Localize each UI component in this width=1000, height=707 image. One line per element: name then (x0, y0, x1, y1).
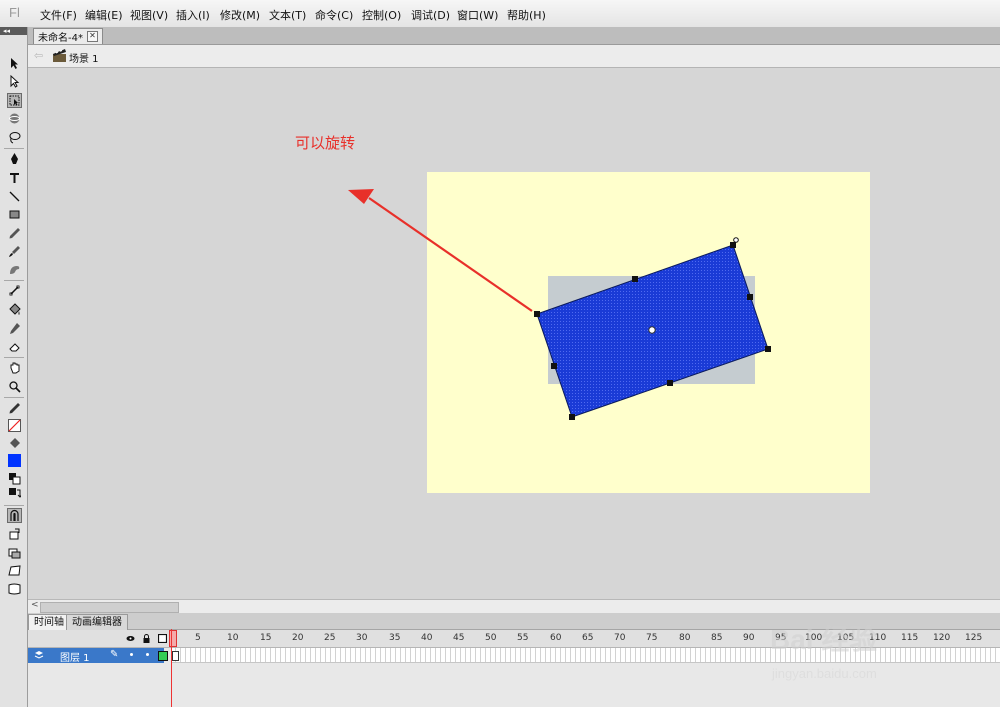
subselection-tool-icon[interactable] (7, 74, 22, 89)
document-tab-title: 未命名-4* (38, 33, 83, 44)
fill-color-bucket-icon (7, 436, 22, 451)
frame-number: 60 (550, 633, 562, 643)
menu-edit[interactable]: 编辑(E) (85, 7, 123, 23)
tools-panel-collapse[interactable]: ◂◂ (0, 27, 27, 35)
playhead[interactable] (171, 629, 172, 707)
document-tab[interactable]: 未命名-4* ✕ (33, 28, 103, 44)
line-tool-icon[interactable] (7, 189, 22, 204)
fill-color-swatch[interactable] (7, 453, 22, 468)
rectangle-tool-icon[interactable] (7, 207, 22, 222)
frame-number: 40 (421, 633, 433, 643)
swap-colors-icon[interactable] (7, 486, 22, 501)
frame-number: 20 (292, 633, 304, 643)
rotation-handle-icon[interactable] (733, 237, 739, 243)
brush-tool-icon[interactable] (7, 244, 22, 259)
free-transform-tool-icon[interactable] (7, 93, 22, 108)
menu-help[interactable]: 帮助(H) (507, 7, 546, 23)
stroke-color-pencil-icon (7, 401, 22, 416)
paint-bucket-tool-icon[interactable] (7, 302, 22, 317)
bone-tool-icon[interactable] (7, 283, 22, 298)
menu-debug[interactable]: 调试(D) (411, 7, 450, 23)
stage-canvas[interactable] (28, 68, 1000, 599)
layer-name-cell[interactable]: 图层 1 ✎ (28, 648, 164, 664)
close-icon[interactable]: ✕ (86, 31, 98, 42)
tools-divider (4, 505, 24, 506)
hand-tool-icon[interactable] (7, 360, 22, 375)
pen-tool-icon[interactable] (7, 151, 22, 166)
menu-window[interactable]: 窗口(W) (457, 7, 498, 23)
layer-outline-color-swatch[interactable] (158, 651, 168, 661)
eye-icon[interactable] (126, 634, 135, 643)
rotate-and-skew-icon[interactable] (7, 527, 22, 542)
frame-number: 65 (582, 633, 594, 643)
menu-file[interactable]: 文件(F) (40, 7, 77, 23)
3d-rotation-tool-icon[interactable] (7, 111, 22, 126)
frame-number: 55 (517, 633, 529, 643)
tools-panel: ◂◂ (0, 27, 28, 707)
scrollbar-thumb[interactable] (40, 602, 179, 613)
layer-lock-dot[interactable] (146, 653, 149, 656)
scale-icon[interactable] (7, 545, 22, 560)
tools-divider (4, 280, 24, 281)
menu-modify[interactable]: 修改(M) (220, 7, 260, 23)
menu-bar: Fl 文件(F) 编辑(E) 视图(V) 插入(I) 修改(M) 文本(T) 命… (0, 0, 1000, 28)
distort-icon[interactable] (7, 563, 22, 578)
eyedropper-tool-icon[interactable] (7, 321, 22, 336)
back-arrow-icon[interactable]: ⇦ (34, 49, 43, 62)
tools-divider (4, 148, 24, 149)
deco-tool-icon[interactable] (7, 262, 22, 277)
menu-control[interactable]: 控制(O) (362, 7, 401, 23)
outline-toggle-icon[interactable] (157, 633, 168, 644)
scroll-left-icon[interactable]: < (31, 600, 39, 610)
frame-number: 70 (614, 633, 626, 643)
watermark-url: jingyan.baidu.com (772, 666, 877, 681)
eraser-tool-icon[interactable] (7, 339, 22, 354)
document-tab-bar: 未命名-4* ✕ (28, 27, 1000, 45)
tab-motion-editor[interactable]: 动画编辑器 (66, 614, 128, 630)
zoom-tool-icon[interactable] (7, 379, 22, 394)
tab-timeline[interactable]: 时间轴 (28, 614, 70, 630)
layer-pencil-icon: ✎ (110, 649, 119, 660)
menu-insert[interactable]: 插入(I) (176, 7, 210, 23)
frame-number: 30 (356, 633, 368, 643)
frame-number: 90 (743, 633, 755, 643)
menu-text[interactable]: 文本(T) (269, 7, 306, 23)
pencil-tool-icon[interactable] (7, 226, 22, 241)
frame-number: 35 (389, 633, 401, 643)
app-logo: Fl (9, 5, 20, 20)
menu-view[interactable]: 视图(V) (130, 7, 168, 23)
lasso-tool-icon[interactable] (7, 130, 22, 145)
frame-number: 5 (195, 633, 201, 643)
watermark: Bai 经验 jingyan.baidu.com (770, 600, 1000, 707)
frame-number: 25 (324, 633, 336, 643)
stroke-color-swatch[interactable] (7, 418, 22, 433)
frame-number: 80 (679, 633, 691, 643)
menu-command[interactable]: 命令(C) (315, 7, 353, 23)
snap-to-objects-icon[interactable] (7, 508, 22, 523)
black-and-white-icon[interactable] (7, 471, 22, 486)
stage-work-area[interactable]: 可以旋转 (28, 68, 1000, 599)
scene-clapper-icon (53, 49, 66, 62)
text-tool-icon[interactable] (7, 170, 22, 185)
frame-number: 75 (646, 633, 658, 643)
layer-name[interactable]: 图层 1 (60, 649, 90, 664)
envelope-icon[interactable] (7, 581, 22, 596)
tools-divider (4, 397, 24, 398)
lock-icon[interactable] (142, 634, 151, 643)
frame-number: 15 (260, 633, 272, 643)
tools-divider (4, 357, 24, 358)
edit-bar: ⇦ 场景 1 (28, 45, 1000, 68)
layer-icon (34, 651, 44, 659)
frame-number: 85 (711, 633, 723, 643)
scene-label[interactable]: 场景 1 (69, 50, 99, 65)
frame-number: 45 (453, 633, 465, 643)
keyframe[interactable] (172, 651, 179, 661)
frame-number: 10 (227, 633, 239, 643)
watermark-brand: Bai 经验 (770, 624, 878, 655)
frame-number: 50 (485, 633, 497, 643)
selection-tool-icon[interactable] (7, 56, 22, 71)
transform-point-icon[interactable] (648, 326, 656, 334)
layer-visibility-dot[interactable] (130, 653, 133, 656)
